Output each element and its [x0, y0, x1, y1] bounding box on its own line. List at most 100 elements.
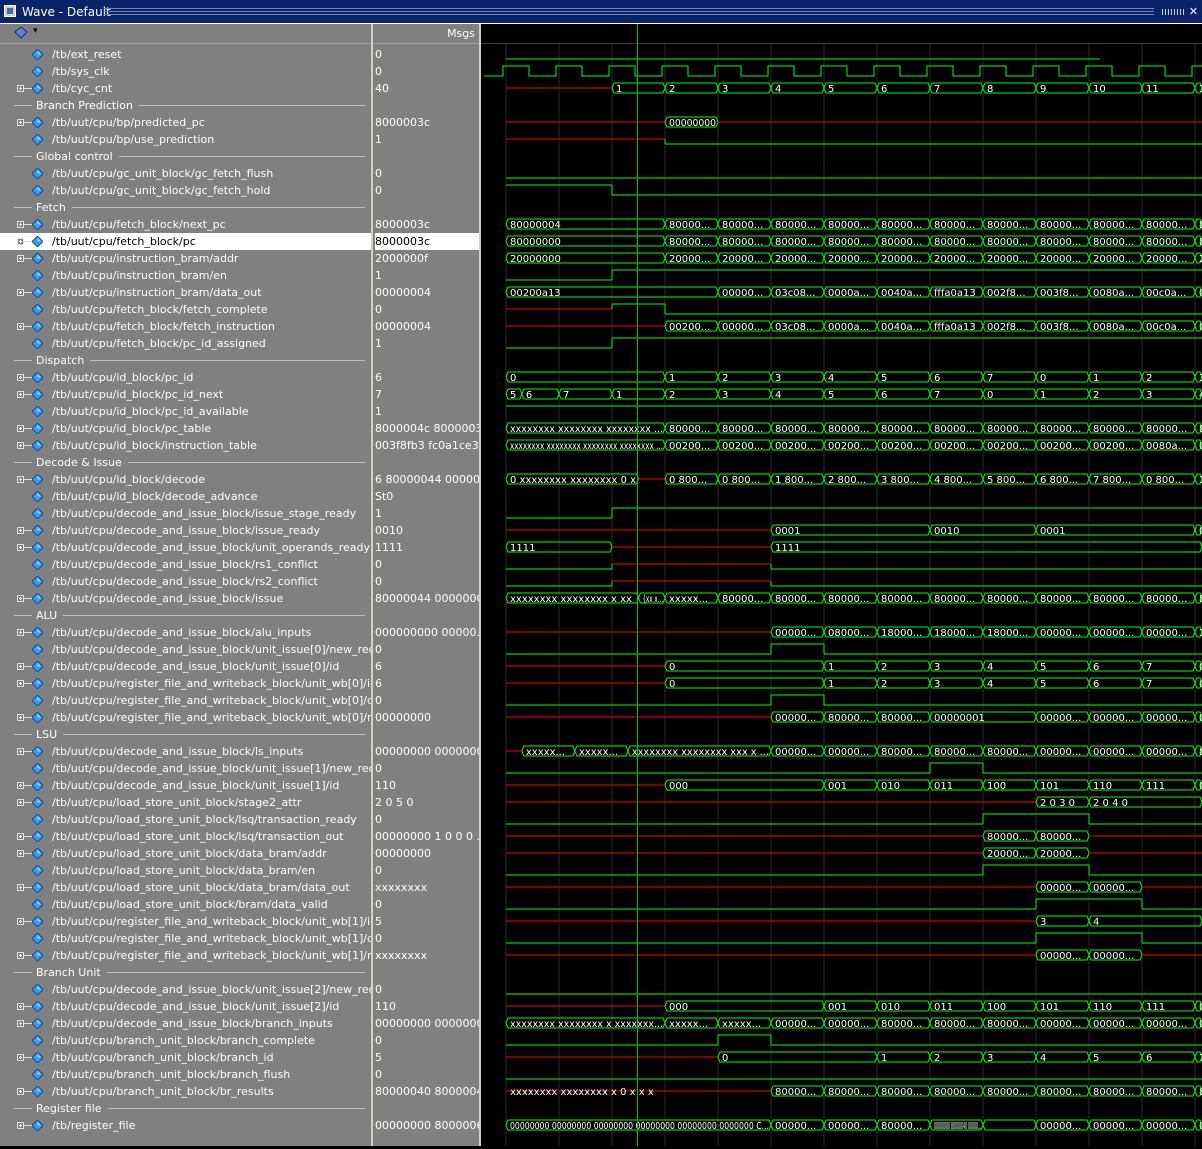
expand-plus-icon[interactable] [17, 238, 24, 245]
signal-row[interactable]: /tb/uut/cpu/decode_and_issue_block/unit_… [0, 777, 371, 794]
divider-branch-unit[interactable]: Branch Unit [0, 964, 371, 981]
signal-row[interactable]: /tb/uut/cpu/load_store_unit_block/lsq/tr… [0, 828, 371, 845]
signal-value-row[interactable]: 00000000 8000006... [375, 1117, 479, 1134]
signal-value-row[interactable]: 1 [375, 131, 479, 148]
signal-value-row[interactable]: 8000003c [375, 216, 479, 233]
expand-plus-icon[interactable] [17, 1020, 24, 1027]
signal-row[interactable]: /tb/cyc_cnt [0, 80, 371, 97]
signal-row[interactable]: /tb/uut/cpu/decode_and_issue_block/issue [0, 590, 371, 607]
expand-plus-icon[interactable] [17, 595, 24, 602]
signal-row[interactable]: /tb/uut/cpu/decode_and_issue_block/unit_… [0, 981, 371, 998]
signal-value-row[interactable]: 0 [375, 556, 479, 573]
signal-row[interactable]: /tb/uut/cpu/fetch_block/pc_id_assigned [0, 335, 371, 352]
signal-row[interactable]: /tb/uut/cpu/decode_and_issue_block/unit_… [0, 641, 371, 658]
expand-plus-icon[interactable] [17, 748, 24, 755]
expand-plus-icon[interactable] [17, 799, 24, 806]
expand-plus-icon[interactable] [17, 323, 24, 330]
signal-row[interactable]: /tb/uut/cpu/id_block/pc_table [0, 420, 371, 437]
signal-row[interactable]: /tb/uut/cpu/id_block/pc_id_next [0, 386, 371, 403]
signal-value-row[interactable]: 0 [375, 573, 479, 590]
divider-alu[interactable]: ALU [0, 607, 371, 624]
expand-plus-icon[interactable] [17, 1088, 24, 1095]
close-icon[interactable]: ✕ [1187, 5, 1200, 18]
expand-plus-icon[interactable] [17, 119, 24, 126]
signal-value-row[interactable]: 00000000 [375, 845, 479, 862]
divider-branch-prediction[interactable]: Branch Prediction [0, 97, 371, 114]
signal-row[interactable]: /tb/uut/cpu/branch_unit_block/branch_id [0, 1049, 371, 1066]
signal-row[interactable]: /tb/uut/cpu/decode_and_issue_block/unit_… [0, 760, 371, 777]
signal-row[interactable]: /tb/uut/cpu/decode_and_issue_block/alu_i… [0, 624, 371, 641]
signal-row[interactable]: /tb/uut/cpu/fetch_block/fetch_complete [0, 301, 371, 318]
expand-plus-icon[interactable] [17, 442, 24, 449]
expand-plus-icon[interactable] [17, 850, 24, 857]
expand-plus-icon[interactable] [17, 374, 24, 381]
expand-plus-icon[interactable] [17, 714, 24, 721]
signal-row[interactable]: /tb/uut/cpu/decode_and_issue_block/unit_… [0, 998, 371, 1015]
signal-value-row[interactable]: 0 [375, 1032, 479, 1049]
signal-value-row[interactable]: 1111 [375, 539, 479, 556]
signal-row[interactable]: /tb/uut/cpu/id_block/instruction_table [0, 437, 371, 454]
signal-value-row[interactable]: 8000003c [375, 114, 479, 131]
signal-value-row[interactable]: 00000000 0000000... [375, 1015, 479, 1032]
signal-row[interactable]: /tb/uut/cpu/branch_unit_block/branch_flu… [0, 1066, 371, 1083]
signal-value-row[interactable]: 5 [375, 913, 479, 930]
signal-value-row[interactable]: 6 [375, 658, 479, 675]
signal-value-row[interactable]: 80000044 0000000... [375, 590, 479, 607]
signal-row[interactable]: /tb/uut/cpu/id_block/pc_id_available [0, 403, 371, 420]
signal-row[interactable]: /tb/uut/cpu/instruction_bram/en [0, 267, 371, 284]
signal-row[interactable]: /tb/uut/cpu/register_file_and_writeback_… [0, 947, 371, 964]
expand-plus-icon[interactable] [17, 1054, 24, 1061]
expand-plus-icon[interactable] [17, 476, 24, 483]
expand-plus-icon[interactable] [17, 289, 24, 296]
signal-row[interactable]: /tb/uut/cpu/load_store_unit_block/data_b… [0, 845, 371, 862]
signal-value-row[interactable]: 003f8fb3 fc0a1ce3... [375, 437, 479, 454]
signal-row[interactable]: /tb/uut/cpu/gc_unit_block/gc_fetch_flush [0, 165, 371, 182]
signal-row[interactable]: /tb/uut/cpu/load_store_unit_block/stage2… [0, 794, 371, 811]
signal-row[interactable]: /tb/uut/cpu/load_store_unit_block/bram/d… [0, 896, 371, 913]
signal-value-row[interactable]: 0 [375, 46, 479, 63]
signal-row[interactable]: /tb/uut/cpu/register_file_and_writeback_… [0, 692, 371, 709]
signal-row[interactable]: /tb/uut/cpu/decode_and_issue_block/unit_… [0, 658, 371, 675]
signal-row[interactable]: /tb/uut/cpu/gc_unit_block/gc_fetch_hold [0, 182, 371, 199]
signal-value-row[interactable]: 80000040 8000004... [375, 1083, 479, 1100]
signal-value-row[interactable]: 2 0 5 0 [375, 794, 479, 811]
expand-plus-icon[interactable] [17, 1003, 24, 1010]
signal-value-row[interactable]: 0 [375, 182, 479, 199]
expand-plus-icon[interactable] [17, 629, 24, 636]
signal-row[interactable]: /tb/uut/cpu/register_file_and_writeback_… [0, 675, 371, 692]
signal-row[interactable]: /tb/uut/cpu/fetch_block/pc [0, 233, 371, 250]
signal-row[interactable]: /tb/uut/cpu/register_file_and_writeback_… [0, 930, 371, 947]
signal-value-row[interactable]: 8000003c [375, 233, 479, 250]
divider-global-control[interactable]: Global control [0, 148, 371, 165]
signal-row[interactable]: /tb/uut/cpu/load_store_unit_block/data_b… [0, 879, 371, 896]
expand-plus-icon[interactable] [17, 544, 24, 551]
divider-fetch[interactable]: Fetch [0, 199, 371, 216]
signal-row[interactable]: /tb/uut/cpu/decode_and_issue_block/issue… [0, 505, 371, 522]
signal-value-row[interactable]: St0 [375, 488, 479, 505]
signal-row[interactable]: /tb/uut/cpu/decode_and_issue_block/unit_… [0, 539, 371, 556]
signal-row[interactable]: /tb/uut/cpu/decode_and_issue_block/ls_in… [0, 743, 371, 760]
signal-row[interactable]: /tb/uut/cpu/decode_and_issue_block/issue… [0, 522, 371, 539]
signal-value-row[interactable]: 7 [375, 386, 479, 403]
signal-row[interactable]: /tb/uut/cpu/instruction_bram/data_out [0, 284, 371, 301]
signal-row[interactable]: /tb/uut/cpu/decode_and_issue_block/rs1_c… [0, 556, 371, 573]
signal-row[interactable]: /tb/uut/cpu/id_block/decode_advance [0, 488, 371, 505]
signal-value-row[interactable]: 8000004c 8000003... [375, 420, 479, 437]
signal-value-row[interactable]: 0 [375, 896, 479, 913]
signal-value-row[interactable]: 0 [375, 692, 479, 709]
signal-value-row[interactable]: 6 [375, 675, 479, 692]
signal-value-row[interactable]: 0 [375, 165, 479, 182]
signal-value-row[interactable]: 1 [375, 267, 479, 284]
divider-dispatch[interactable]: Dispatch [0, 352, 371, 369]
signal-row[interactable]: /tb/uut/cpu/decode_and_issue_block/branc… [0, 1015, 371, 1032]
divider-lsu[interactable]: LSU [0, 726, 371, 743]
wave-toolbar-icon[interactable] [14, 27, 28, 40]
signal-value-row[interactable]: 2000000f [375, 250, 479, 267]
expand-plus-icon[interactable] [17, 782, 24, 789]
expand-plus-icon[interactable] [17, 425, 24, 432]
signal-value-row[interactable]: 1 [375, 335, 479, 352]
signal-value-row[interactable]: 110 [375, 998, 479, 1015]
signal-row[interactable]: /tb/uut/cpu/register_file_and_writeback_… [0, 709, 371, 726]
signal-value-row[interactable]: 6 80000044 00000... [375, 471, 479, 488]
signal-value-row[interactable]: 0010 [375, 522, 479, 539]
